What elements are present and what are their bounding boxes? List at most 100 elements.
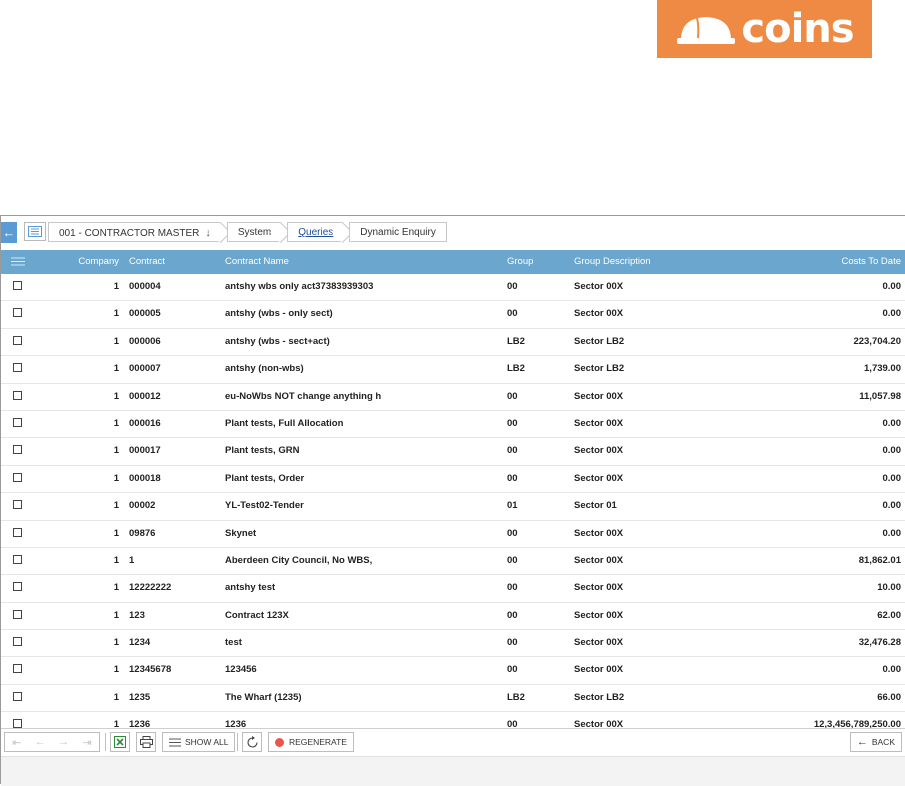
cell-costs-to-date: 0.00 <box>882 445 902 457</box>
refresh-button[interactable] <box>242 732 262 752</box>
cell-group: 00 <box>507 609 518 621</box>
header-contract[interactable]: Contract <box>129 250 165 274</box>
table-row[interactable]: 1 1234 test 00 Sector 00X 32,476.28 <box>1 630 905 658</box>
cell-group: 01 <box>507 500 518 512</box>
cell-contract-name: antshy wbs only act37383939303 <box>225 281 374 292</box>
checkbox[interactable] <box>13 417 22 427</box>
cell-company: 1 <box>113 609 119 621</box>
cell-contract: 000016 <box>129 417 161 429</box>
breadcrumb-system[interactable]: System <box>226 222 282 242</box>
printer-icon <box>139 736 153 748</box>
cell-contract-name: Contract 123X <box>225 609 289 621</box>
table-row[interactable]: 1 000005 antshy (wbs - only sect) 00 Sector … <box>1 301 905 329</box>
checkbox[interactable] <box>13 280 22 290</box>
cell-contract: 1235 <box>129 691 151 703</box>
cell-group: 00 <box>507 308 518 320</box>
table-row[interactable]: 1 000017 Plant tests, GRN 00 Sector 00X 0.00 <box>1 438 905 466</box>
cell-costs-to-date: 0.00 <box>882 308 902 320</box>
status-footer <box>1 756 905 786</box>
row-checkbox[interactable] <box>13 411 22 437</box>
row-checkbox[interactable] <box>13 521 22 547</box>
breadcrumb-company[interactable]: 001 - CONTRACTOR MASTER ↓ <box>48 222 221 242</box>
table-row[interactable]: 1 000007 antshy (non-wbs) LB2 Sector LB2 1,73… <box>1 356 905 384</box>
cell-group-description: Sector 00X <box>574 390 624 402</box>
table-row[interactable]: 1 000006 antshy (wbs - sect+act) LB2 Sector … <box>1 328 905 357</box>
checkbox[interactable] <box>13 637 22 647</box>
row-checkbox[interactable] <box>13 384 22 410</box>
checkbox[interactable] <box>13 719 22 729</box>
table-row[interactable]: 1 1235 The Wharf (1235) LB2 Sector LB2 66.00 <box>1 684 905 713</box>
checkbox[interactable] <box>13 691 22 701</box>
refresh-icon <box>246 735 258 748</box>
table-row[interactable]: 1 1 Aberdeen City Council, No WBS, 00 Sector… <box>1 547 905 576</box>
list-view-button[interactable] <box>24 222 46 241</box>
row-checkbox[interactable] <box>13 329 22 355</box>
row-checkbox[interactable] <box>13 438 22 464</box>
regenerate-button[interactable]: REGENERATE <box>268 732 354 752</box>
checkbox[interactable] <box>13 363 22 373</box>
prev-page-icon[interactable]: ← <box>29 736 53 748</box>
last-page-icon[interactable]: ⇥ <box>76 736 100 749</box>
checkbox[interactable] <box>13 582 22 592</box>
breadcrumb: 001 - CONTRACTOR MASTER ↓ System Queries … <box>48 222 453 242</box>
checkbox[interactable] <box>13 335 22 345</box>
table-row[interactable]: 1 123 Contract 123X 00 Sector 00X 62.00 <box>1 602 905 631</box>
row-checkbox[interactable] <box>13 548 22 574</box>
row-checkbox[interactable] <box>13 630 22 656</box>
table-row[interactable]: 1 000012 eu-NoWbs NOT change anything h 00 S… <box>1 383 905 411</box>
back-arrow-icon: ← <box>856 736 868 748</box>
checkbox[interactable] <box>13 527 22 537</box>
header-company[interactable]: Company <box>61 250 119 274</box>
row-checkbox[interactable] <box>13 274 22 300</box>
first-page-icon[interactable]: ⇤ <box>5 736 29 749</box>
cell-contract: 000017 <box>129 445 161 457</box>
row-checkbox[interactable] <box>13 356 22 382</box>
checkbox[interactable] <box>13 308 22 318</box>
checkbox[interactable] <box>13 664 22 674</box>
cell-company: 1 <box>113 472 119 484</box>
checkbox[interactable] <box>13 609 22 619</box>
header-group[interactable]: Group <box>507 250 533 274</box>
cell-costs-to-date: 0.00 <box>882 472 902 484</box>
header-contract-name[interactable]: Contract Name <box>225 250 289 274</box>
row-checkbox[interactable] <box>13 301 22 327</box>
header-group-description[interactable]: Group Description <box>574 250 651 274</box>
checkbox[interactable] <box>13 554 22 564</box>
row-checkbox[interactable] <box>13 603 22 629</box>
cell-contract-name: antshy (non-wbs) <box>225 363 304 375</box>
checkbox[interactable] <box>13 390 22 400</box>
checkbox[interactable] <box>13 445 22 455</box>
cell-group-description: Sector 00X <box>574 445 624 457</box>
next-page-icon[interactable]: → <box>52 736 76 748</box>
cell-group-description: Sector LB2 <box>574 691 625 703</box>
back-button[interactable]: ← BACK <box>849 732 902 752</box>
arrow-down-icon[interactable]: ↓ <box>205 227 211 239</box>
cell-contract-name: Plant tests, Full Allocation <box>225 417 344 429</box>
table-row[interactable]: 1 09876 Skynet 00 Sector 00X 0.00 <box>1 520 905 548</box>
print-button[interactable] <box>136 732 156 752</box>
toolbar-divider <box>105 733 106 751</box>
row-checkbox[interactable] <box>13 657 22 683</box>
table-row[interactable]: 1 000016 Plant tests, Full Allocation 00 Sec… <box>1 410 905 439</box>
cell-company: 1 <box>113 390 119 402</box>
row-checkbox[interactable] <box>13 466 22 492</box>
table-row[interactable]: 1 000004 antshy wbs only act37383939303 00 S… <box>1 274 905 302</box>
row-checkbox[interactable] <box>13 493 22 519</box>
collapse-arrow-icon[interactable]: ← <box>1 222 17 243</box>
table-row[interactable]: 1 12222222 antshy test 00 Sector 00X 10.00 <box>1 575 905 603</box>
table-row[interactable]: 1 12345678 123456 00 Sector 00X 0.00 <box>1 657 905 685</box>
lines-icon <box>169 738 181 746</box>
breadcrumb-queries[interactable]: Queries <box>287 222 344 242</box>
row-checkbox[interactable] <box>13 685 22 711</box>
checkbox[interactable] <box>13 500 22 510</box>
row-checkbox[interactable] <box>13 575 22 601</box>
checkbox[interactable] <box>13 472 22 482</box>
table-row[interactable]: 1 000018 Plant tests, Order 00 Sector 00X 0.0… <box>1 465 905 494</box>
column-menu-icon[interactable] <box>11 257 25 269</box>
cell-group-description: Sector 00X <box>574 308 624 320</box>
export-excel-button[interactable] <box>110 732 130 752</box>
show-all-button[interactable]: SHOW ALL <box>162 732 236 752</box>
cell-group-description: Sector 00X <box>574 527 624 539</box>
header-costs-to-date[interactable]: Costs To Date <box>721 250 902 274</box>
table-row[interactable]: 1 00002 YL-Test02-Tender 01 Sector 01 0.00 <box>1 493 905 521</box>
